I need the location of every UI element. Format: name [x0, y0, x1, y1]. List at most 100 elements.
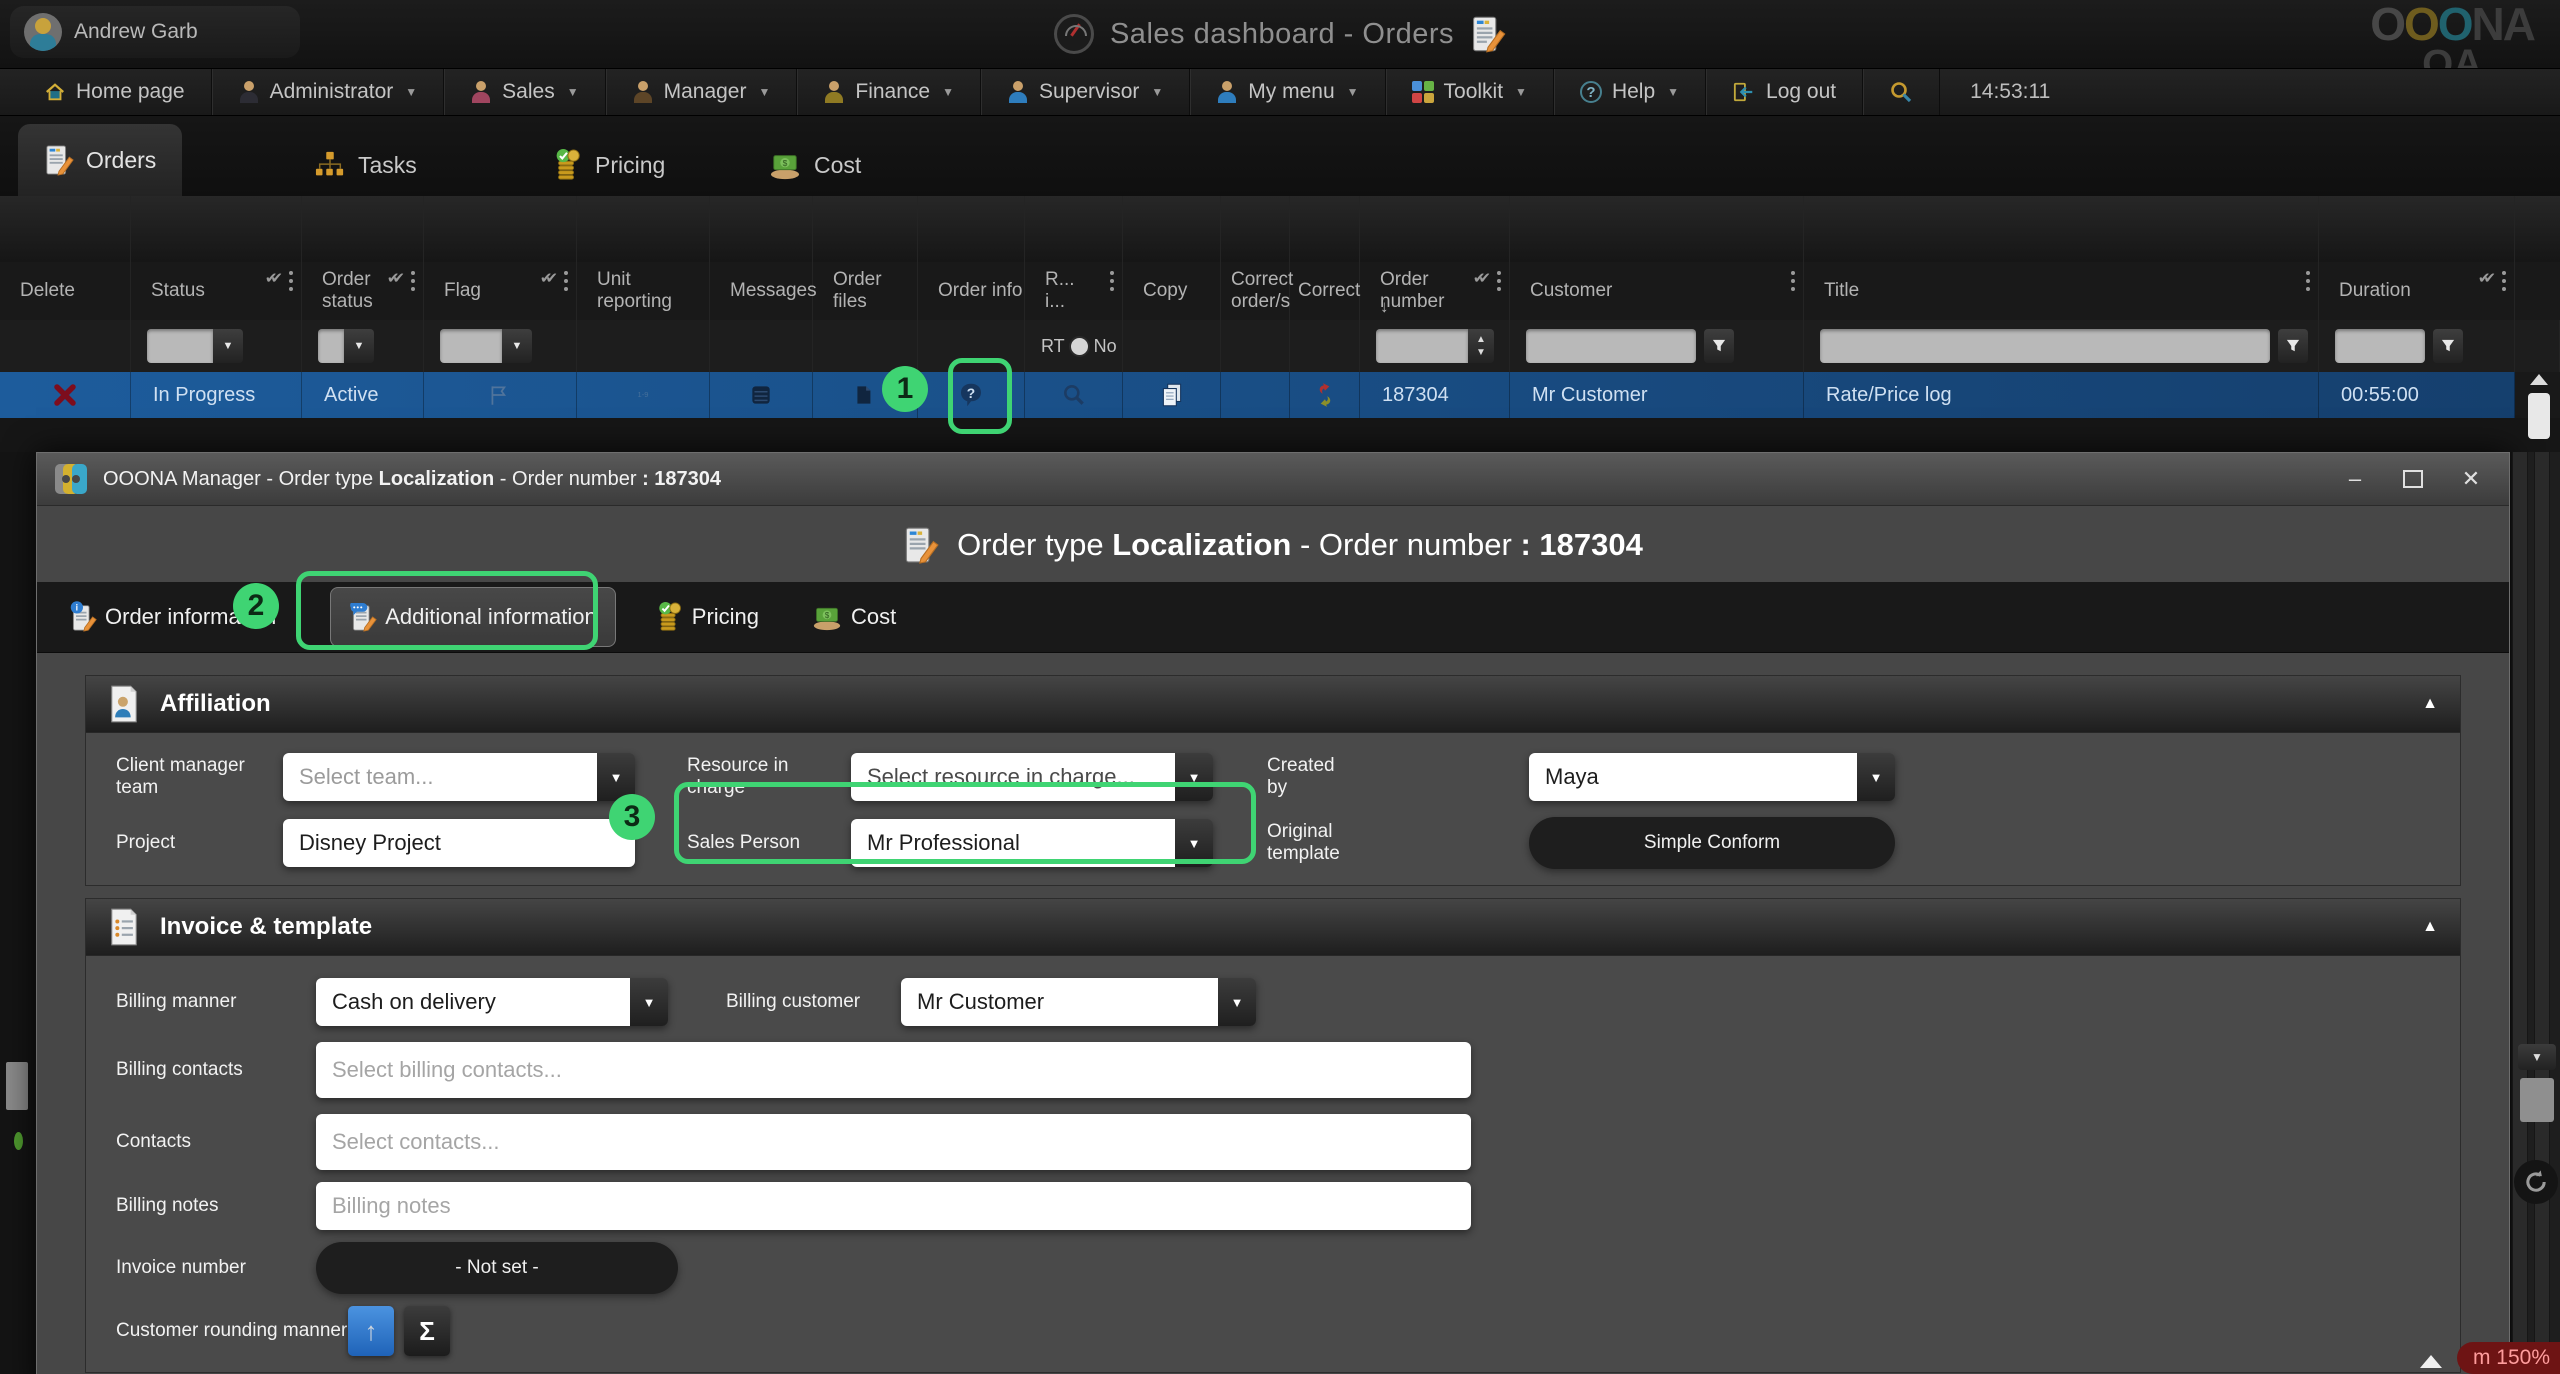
delete-button[interactable] — [0, 372, 131, 418]
duration-filter-input[interactable] — [2335, 329, 2425, 363]
menu-my-menu[interactable]: My menu▼ — [1190, 69, 1385, 115]
row-copy-button[interactable] — [1123, 372, 1221, 418]
multiselect-icon[interactable]: ✔✔ — [1473, 268, 1491, 290]
order-status-filter-dropdown[interactable]: ▼ — [344, 329, 374, 363]
col-header-order-files[interactable]: Order files — [813, 262, 918, 320]
row-search-button[interactable] — [1025, 372, 1123, 418]
column-menu-icon[interactable] — [411, 271, 415, 275]
col-header-order-info[interactable]: Order info — [918, 262, 1025, 320]
multiselect-icon[interactable]: ✔✔ — [265, 268, 283, 290]
col-header-correct[interactable]: Correct — [1290, 262, 1360, 320]
invoice-number-button[interactable]: - Not set - — [316, 1242, 678, 1294]
col-header-r-i[interactable]: R... i... — [1025, 262, 1123, 320]
customer-filter-input[interactable] — [1526, 329, 1696, 363]
scroll-track[interactable] — [2512, 452, 2528, 1374]
client-manager-team-select[interactable]: Select team...▼ — [283, 753, 635, 801]
menu-home-page[interactable]: Home page — [18, 69, 212, 115]
grid-vertical-scrollbar[interactable] — [2524, 374, 2554, 450]
dropdown-arrow-icon[interactable]: ▼ — [630, 978, 668, 1026]
col-header-order-status[interactable]: Order status ✔✔ — [302, 262, 424, 320]
scroll-track[interactable] — [2534, 452, 2550, 1374]
col-header-messages[interactable]: Messages — [710, 262, 813, 320]
status-filter-input[interactable] — [147, 329, 213, 363]
flag-filter-dropdown[interactable]: ▼ — [502, 329, 532, 363]
col-header-copy[interactable]: Copy — [1123, 262, 1221, 320]
menu-administrator[interactable]: Administrator▼ — [212, 69, 445, 115]
panel-down-arrow-button[interactable]: ▼ — [2518, 1044, 2556, 1070]
background-up-arrow[interactable] — [2420, 1355, 2442, 1368]
billing-customer-select[interactable]: Mr Customer▼ — [901, 978, 1256, 1026]
menu-supervisor[interactable]: Supervisor▼ — [981, 69, 1190, 115]
order-status-filter-input[interactable] — [318, 329, 344, 363]
dialog-title-bar[interactable]: OOONA Manager - Order type Localization … — [37, 453, 2509, 506]
rounding-sum-button[interactable]: Σ — [404, 1306, 450, 1356]
menu-search[interactable] — [1863, 69, 1940, 115]
tab-cost[interactable]: $ Cost — [742, 134, 887, 196]
column-menu-icon[interactable] — [1791, 271, 1795, 275]
col-header-correct-orders[interactable]: Correct order/s — [1221, 262, 1290, 320]
tab-orders[interactable]: Orders — [18, 124, 182, 196]
col-header-title[interactable]: Title — [1804, 262, 2319, 320]
contacts-input[interactable]: Select contacts... — [316, 1114, 1471, 1170]
menu-sales[interactable]: Sales▼ — [444, 69, 605, 115]
multiselect-icon[interactable]: ✔✔ — [540, 268, 558, 290]
close-button[interactable]: ✕ — [2449, 462, 2493, 496]
dialog-tab-pricing[interactable]: Pricing — [636, 582, 777, 652]
col-header-duration[interactable]: Duration ✔✔ — [2319, 262, 2515, 320]
title-filter-button[interactable] — [2278, 329, 2308, 363]
order-number-spinner[interactable]: ▲▼ — [1468, 329, 1494, 363]
col-header-unit-reporting[interactable]: Unit reporting — [577, 262, 710, 320]
row-correct-button[interactable] — [1290, 372, 1360, 418]
affiliation-section-header[interactable]: Affiliation ▲ — [86, 676, 2460, 733]
maximize-button[interactable] — [2391, 462, 2435, 496]
billing-notes-input[interactable]: Billing notes — [316, 1182, 1471, 1230]
customer-filter-button[interactable] — [1704, 329, 1734, 363]
col-header-status[interactable]: Status ✔✔ — [131, 262, 302, 320]
column-menu-icon[interactable] — [2502, 271, 2506, 275]
scroll-up-arrow[interactable] — [2530, 374, 2548, 385]
project-input[interactable]: Disney Project — [283, 819, 635, 867]
selected-order-row[interactable]: In Progress Active 1-9 ? 187304 Mr Custo… — [0, 372, 2560, 418]
col-header-order-number[interactable]: Order number ✔✔ ↓ — [1360, 262, 1510, 320]
scroll-thumb[interactable] — [2528, 393, 2550, 439]
invoice-section-header[interactable]: Invoice & template ▲ — [86, 899, 2460, 956]
row-flag[interactable] — [424, 372, 577, 418]
created-by-select[interactable]: Maya▼ — [1529, 753, 1895, 801]
column-menu-icon[interactable] — [289, 271, 293, 275]
tab-tasks[interactable]: Tasks — [288, 134, 443, 196]
flag-filter-input[interactable] — [440, 329, 502, 363]
billing-contacts-input[interactable]: Select billing contacts... — [316, 1042, 1471, 1098]
menu-finance[interactable]: Finance▼ — [797, 69, 981, 115]
tab-pricing[interactable]: Pricing — [525, 134, 691, 196]
menu-manager[interactable]: Manager▼ — [606, 69, 798, 115]
duration-filter-button[interactable] — [2433, 329, 2463, 363]
column-menu-icon[interactable] — [1110, 271, 1114, 275]
dropdown-arrow-icon[interactable]: ▼ — [1857, 753, 1895, 801]
column-menu-icon[interactable] — [564, 271, 568, 275]
rt-filter-toggle[interactable]: RTNo — [1041, 336, 1117, 357]
collapse-arrow-icon[interactable]: ▲ — [2422, 918, 2438, 936]
row-unit-reporting[interactable]: 1-9 — [577, 372, 710, 418]
column-menu-icon[interactable] — [2306, 271, 2310, 275]
column-menu-icon[interactable] — [1497, 271, 1501, 275]
col-header-customer[interactable]: Customer — [1510, 262, 1804, 320]
multiselect-icon[interactable]: ✔✔ — [2478, 268, 2496, 290]
col-header-flag[interactable]: Flag ✔✔ — [424, 262, 577, 320]
row-messages[interactable] — [710, 372, 813, 418]
panel-scroll-thumb[interactable] — [2520, 1078, 2554, 1122]
col-header-delete[interactable]: Delete — [0, 262, 131, 320]
menu-help[interactable]: ? Help▼ — [1554, 69, 1706, 115]
minimize-button[interactable]: – — [2333, 462, 2377, 496]
original-template-button[interactable]: Simple Conform — [1529, 817, 1895, 869]
billing-manner-select[interactable]: Cash on delivery▼ — [316, 978, 668, 1026]
rounding-up-button[interactable]: ↑ — [348, 1306, 394, 1356]
title-filter-input[interactable] — [1820, 329, 2270, 363]
collapse-arrow-icon[interactable]: ▲ — [2422, 695, 2438, 713]
dropdown-arrow-icon[interactable]: ▼ — [1218, 978, 1256, 1026]
order-number-filter-input[interactable] — [1376, 329, 1468, 363]
menu-log-out[interactable]: Log out — [1706, 69, 1863, 115]
menu-toolkit[interactable]: Toolkit▼ — [1386, 69, 1554, 115]
refresh-button[interactable] — [2514, 1160, 2558, 1204]
multiselect-icon[interactable]: ✔✔ — [387, 268, 405, 290]
dialog-tab-cost[interactable]: $ Cost — [793, 582, 914, 652]
